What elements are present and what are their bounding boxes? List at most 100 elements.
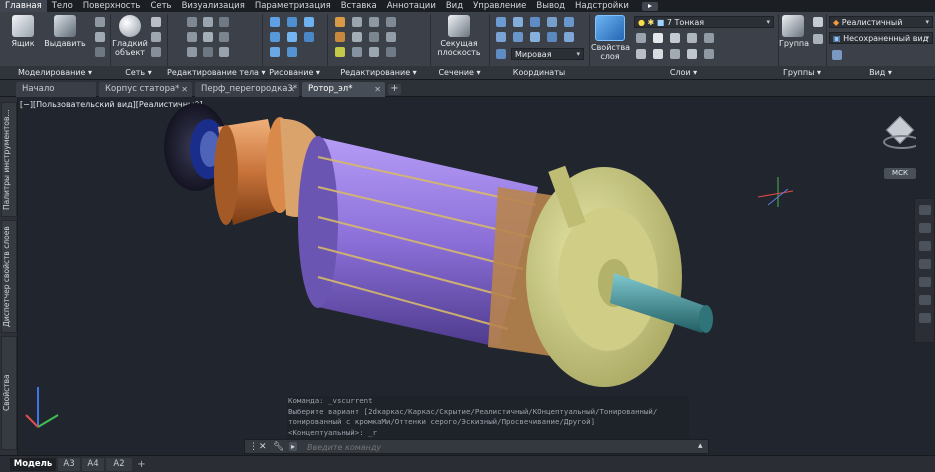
imprint-icon[interactable] [219, 32, 229, 42]
layout-tab-a3[interactable]: А3 [58, 458, 80, 471]
panel-title-coordinates[interactable]: Координаты [489, 66, 589, 79]
ribbon-tab-insert[interactable]: Вставка [336, 0, 382, 12]
ribbon-tab-annotate[interactable]: Аннотации [382, 0, 441, 12]
panel-title-mesh[interactable]: Сеть ▾ [110, 66, 167, 79]
close-command-icon[interactable]: ✕ [259, 442, 267, 452]
ucs-menu-badge[interactable]: МСК [884, 168, 916, 179]
ucs-3point-icon[interactable] [513, 32, 523, 42]
rectangle-icon[interactable] [287, 32, 297, 42]
layer-unisolate-icon[interactable] [653, 49, 663, 59]
ribbon-tab-surface[interactable]: Поверхность [78, 0, 146, 12]
rotate-icon[interactable] [352, 17, 362, 27]
customize-wrench-icon[interactable]: 🔧︎ [273, 442, 284, 452]
new-layout-button[interactable]: + [137, 459, 146, 470]
panel-title-modeling[interactable]: Моделирование ▾ [0, 66, 110, 79]
close-tab-icon[interactable]: ✕ [181, 82, 188, 97]
layout-tab-a2[interactable]: А2 [106, 458, 132, 471]
thicken-icon[interactable] [203, 32, 213, 42]
extract-edges-icon[interactable] [187, 47, 197, 57]
mesh-smooth-less-icon[interactable] [151, 32, 161, 42]
close-tab-icon[interactable]: ✕ [288, 82, 295, 97]
ucs-face-icon[interactable] [496, 32, 506, 42]
panel-title-section[interactable]: Сечение ▾ [430, 66, 489, 79]
layer-dropdown[interactable]: ● ✱ ■ 7 Тонкая ▾ [634, 16, 774, 28]
shell-icon[interactable] [219, 47, 229, 57]
file-tab-rotor[interactable]: Ротор_эл* ✕ [302, 82, 385, 97]
properties-tab[interactable]: Свойства [1, 336, 17, 450]
panel-title-view[interactable]: Вид ▾ [826, 66, 935, 79]
match-layer-icon[interactable] [704, 49, 714, 59]
explode-icon[interactable] [386, 47, 396, 57]
panel-title-modify[interactable]: Редактирование ▾ [327, 66, 430, 79]
layout-tab-model[interactable]: Модель [10, 458, 56, 471]
ribbon-tab-output[interactable]: Вывод [531, 0, 570, 12]
group-button[interactable]: Группа [779, 15, 809, 48]
subtract-icon[interactable] [203, 17, 213, 27]
array-icon[interactable] [352, 47, 362, 57]
orbit-icon[interactable] [919, 259, 931, 269]
offset-icon[interactable] [369, 47, 379, 57]
spline-icon[interactable] [287, 47, 297, 57]
panel-title-groups[interactable]: Группы ▾ [778, 66, 826, 79]
ucs-y-icon[interactable] [547, 32, 557, 42]
ribbon-tab-parametric[interactable]: Параметризация [250, 0, 336, 12]
file-tab-stator[interactable]: Корпус статора* ✕ [99, 82, 192, 97]
nav-customize-icon[interactable] [919, 313, 931, 323]
union-icon[interactable] [187, 17, 197, 27]
layout-tab-a4[interactable]: А4 [82, 458, 104, 471]
command-history-toggle-icon[interactable]: ▴ [698, 441, 703, 451]
polyline-icon[interactable] [287, 17, 297, 27]
set-current-icon[interactable] [704, 33, 714, 43]
box-button[interactable]: Ящик [6, 15, 40, 48]
featured-apps-icon[interactable] [641, 1, 658, 11]
command-input[interactable] [307, 441, 697, 453]
mesh-smooth-more-icon[interactable] [151, 17, 161, 27]
arc-icon[interactable] [270, 32, 280, 42]
visual-style-dropdown[interactable]: ◆ Реалистичный ▾ [829, 16, 933, 28]
steering-wheel-icon[interactable] [919, 205, 931, 215]
layer-isolate-icon[interactable] [653, 33, 663, 43]
ucs-view-icon[interactable] [547, 17, 557, 27]
ribbon-tab-manage[interactable]: Управление [468, 0, 531, 12]
hatch-icon[interactable] [270, 47, 280, 57]
line-icon[interactable] [270, 17, 280, 27]
layer-off-icon[interactable] [636, 33, 646, 43]
ucs-z-icon[interactable] [564, 32, 574, 42]
presspull-icon[interactable] [95, 17, 105, 27]
layer-manager-tab[interactable]: Диспетчер свойств слоев [1, 220, 17, 333]
ucs-object-icon[interactable] [564, 17, 574, 27]
named-view-dropdown[interactable]: ▣ Несохраненный вид ▾ [829, 32, 933, 44]
section-plane-button[interactable]: Секущая плоскость [436, 15, 482, 57]
ribbon-tab-addins[interactable]: Надстройки [570, 0, 634, 12]
pan-icon[interactable] [919, 223, 931, 233]
close-tab-icon[interactable]: ✕ [374, 82, 381, 97]
move-icon[interactable] [335, 17, 345, 27]
layer-lock-icon[interactable] [687, 33, 697, 43]
circle-icon[interactable] [304, 17, 314, 27]
ungroup-icon[interactable] [813, 17, 823, 27]
ucs-origin-icon[interactable] [530, 17, 540, 27]
ucs-x-icon[interactable] [530, 32, 540, 42]
ellipse-icon[interactable] [304, 32, 314, 42]
tool-palettes-tab[interactable]: Палитры инструментов... [1, 102, 17, 217]
loft-icon[interactable] [95, 47, 105, 57]
viewcube[interactable] [883, 115, 916, 155]
ribbon-tab-solid[interactable]: Тело [47, 0, 78, 12]
trim-icon[interactable] [369, 17, 379, 27]
intersect-icon[interactable] [219, 17, 229, 27]
stretch-icon[interactable] [369, 32, 379, 42]
erase-icon[interactable] [335, 47, 345, 57]
grip-icon[interactable]: ⋮ [249, 442, 258, 452]
offset-edge-icon[interactable] [203, 47, 213, 57]
file-tab-partition[interactable]: Перф_перегородка3* ✕ [195, 82, 299, 97]
slice-icon[interactable] [187, 32, 197, 42]
ribbon-tab-visualize[interactable]: Визуализация [177, 0, 250, 12]
viewport-config-icon[interactable] [832, 50, 842, 60]
ribbon-tab-mesh[interactable]: Сеть [145, 0, 176, 12]
ucs-named-icon[interactable] [496, 49, 506, 59]
file-tab-start[interactable]: Начало [16, 82, 96, 97]
ucs-dropdown[interactable]: Мировая ▾ [511, 48, 584, 60]
ucs-icon[interactable] [496, 17, 506, 27]
group-edit-icon[interactable] [813, 34, 823, 44]
layer-freeze-icon[interactable] [670, 33, 680, 43]
